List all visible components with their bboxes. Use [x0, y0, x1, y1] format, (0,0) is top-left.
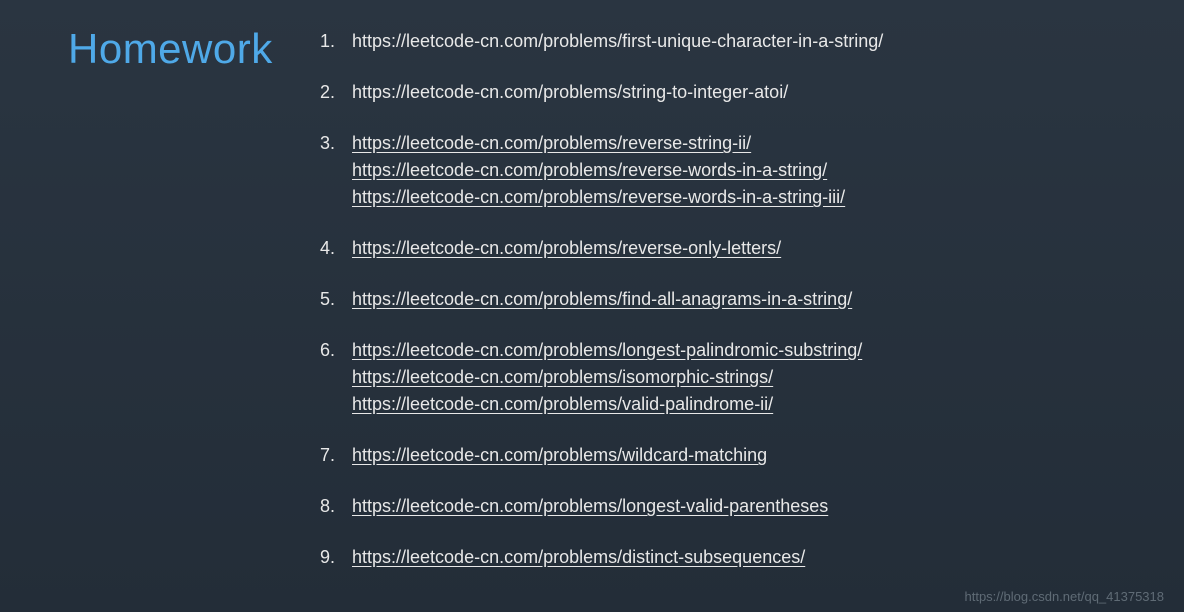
homework-link[interactable]: https://leetcode-cn.com/problems/longest… [352, 337, 1144, 364]
slide-title: Homework [0, 20, 320, 595]
homework-link[interactable]: https://leetcode-cn.com/problems/find-al… [352, 286, 1144, 313]
homework-link[interactable]: https://leetcode-cn.com/problems/reverse… [352, 157, 1144, 184]
list-number: 6. [320, 337, 352, 418]
list-number: 5. [320, 286, 352, 313]
list-item: 1.https://leetcode-cn.com/problems/first… [320, 28, 1144, 55]
list-number: 8. [320, 493, 352, 520]
homework-link[interactable]: https://leetcode-cn.com/problems/wildcar… [352, 442, 1144, 469]
homework-link[interactable]: https://leetcode-cn.com/problems/reverse… [352, 130, 1144, 157]
homework-link[interactable]: https://leetcode-cn.com/problems/isomorp… [352, 364, 1144, 391]
list-number: 9. [320, 544, 352, 571]
list-item: 6.https://leetcode-cn.com/problems/longe… [320, 337, 1144, 418]
list-content: https://leetcode-cn.com/problems/distinc… [352, 544, 1144, 571]
homework-link[interactable]: https://leetcode-cn.com/problems/valid-p… [352, 391, 1144, 418]
list-item: 7.https://leetcode-cn.com/problems/wildc… [320, 442, 1144, 469]
list-number: 7. [320, 442, 352, 469]
list-number: 1. [320, 28, 352, 55]
list-content: https://leetcode-cn.com/problems/string-… [352, 79, 1144, 106]
list-content: https://leetcode-cn.com/problems/find-al… [352, 286, 1144, 313]
homework-list: 1.https://leetcode-cn.com/problems/first… [320, 20, 1184, 595]
list-number: 2. [320, 79, 352, 106]
list-item: 4.https://leetcode-cn.com/problems/rever… [320, 235, 1144, 262]
list-item: 2.https://leetcode-cn.com/problems/strin… [320, 79, 1144, 106]
list-content: https://leetcode-cn.com/problems/first-u… [352, 28, 1144, 55]
list-item: 5.https://leetcode-cn.com/problems/find-… [320, 286, 1144, 313]
homework-link[interactable]: https://leetcode-cn.com/problems/reverse… [352, 184, 1144, 211]
homework-text: https://leetcode-cn.com/problems/first-u… [352, 28, 1144, 55]
list-content: https://leetcode-cn.com/problems/reverse… [352, 130, 1144, 211]
list-item: 9.https://leetcode-cn.com/problems/disti… [320, 544, 1144, 571]
list-item: 8.https://leetcode-cn.com/problems/longe… [320, 493, 1144, 520]
list-content: https://leetcode-cn.com/problems/reverse… [352, 235, 1144, 262]
homework-link[interactable]: https://leetcode-cn.com/problems/distinc… [352, 544, 1144, 571]
slide-container: Homework 1.https://leetcode-cn.com/probl… [0, 0, 1184, 595]
homework-link[interactable]: https://leetcode-cn.com/problems/longest… [352, 493, 1144, 520]
list-content: https://leetcode-cn.com/problems/longest… [352, 337, 1144, 418]
homework-text: https://leetcode-cn.com/problems/string-… [352, 79, 1144, 106]
list-number: 4. [320, 235, 352, 262]
list-content: https://leetcode-cn.com/problems/longest… [352, 493, 1144, 520]
list-content: https://leetcode-cn.com/problems/wildcar… [352, 442, 1144, 469]
watermark-text: https://blog.csdn.net/qq_41375318 [965, 589, 1165, 604]
list-item: 3.https://leetcode-cn.com/problems/rever… [320, 130, 1144, 211]
homework-link[interactable]: https://leetcode-cn.com/problems/reverse… [352, 235, 1144, 262]
list-number: 3. [320, 130, 352, 211]
